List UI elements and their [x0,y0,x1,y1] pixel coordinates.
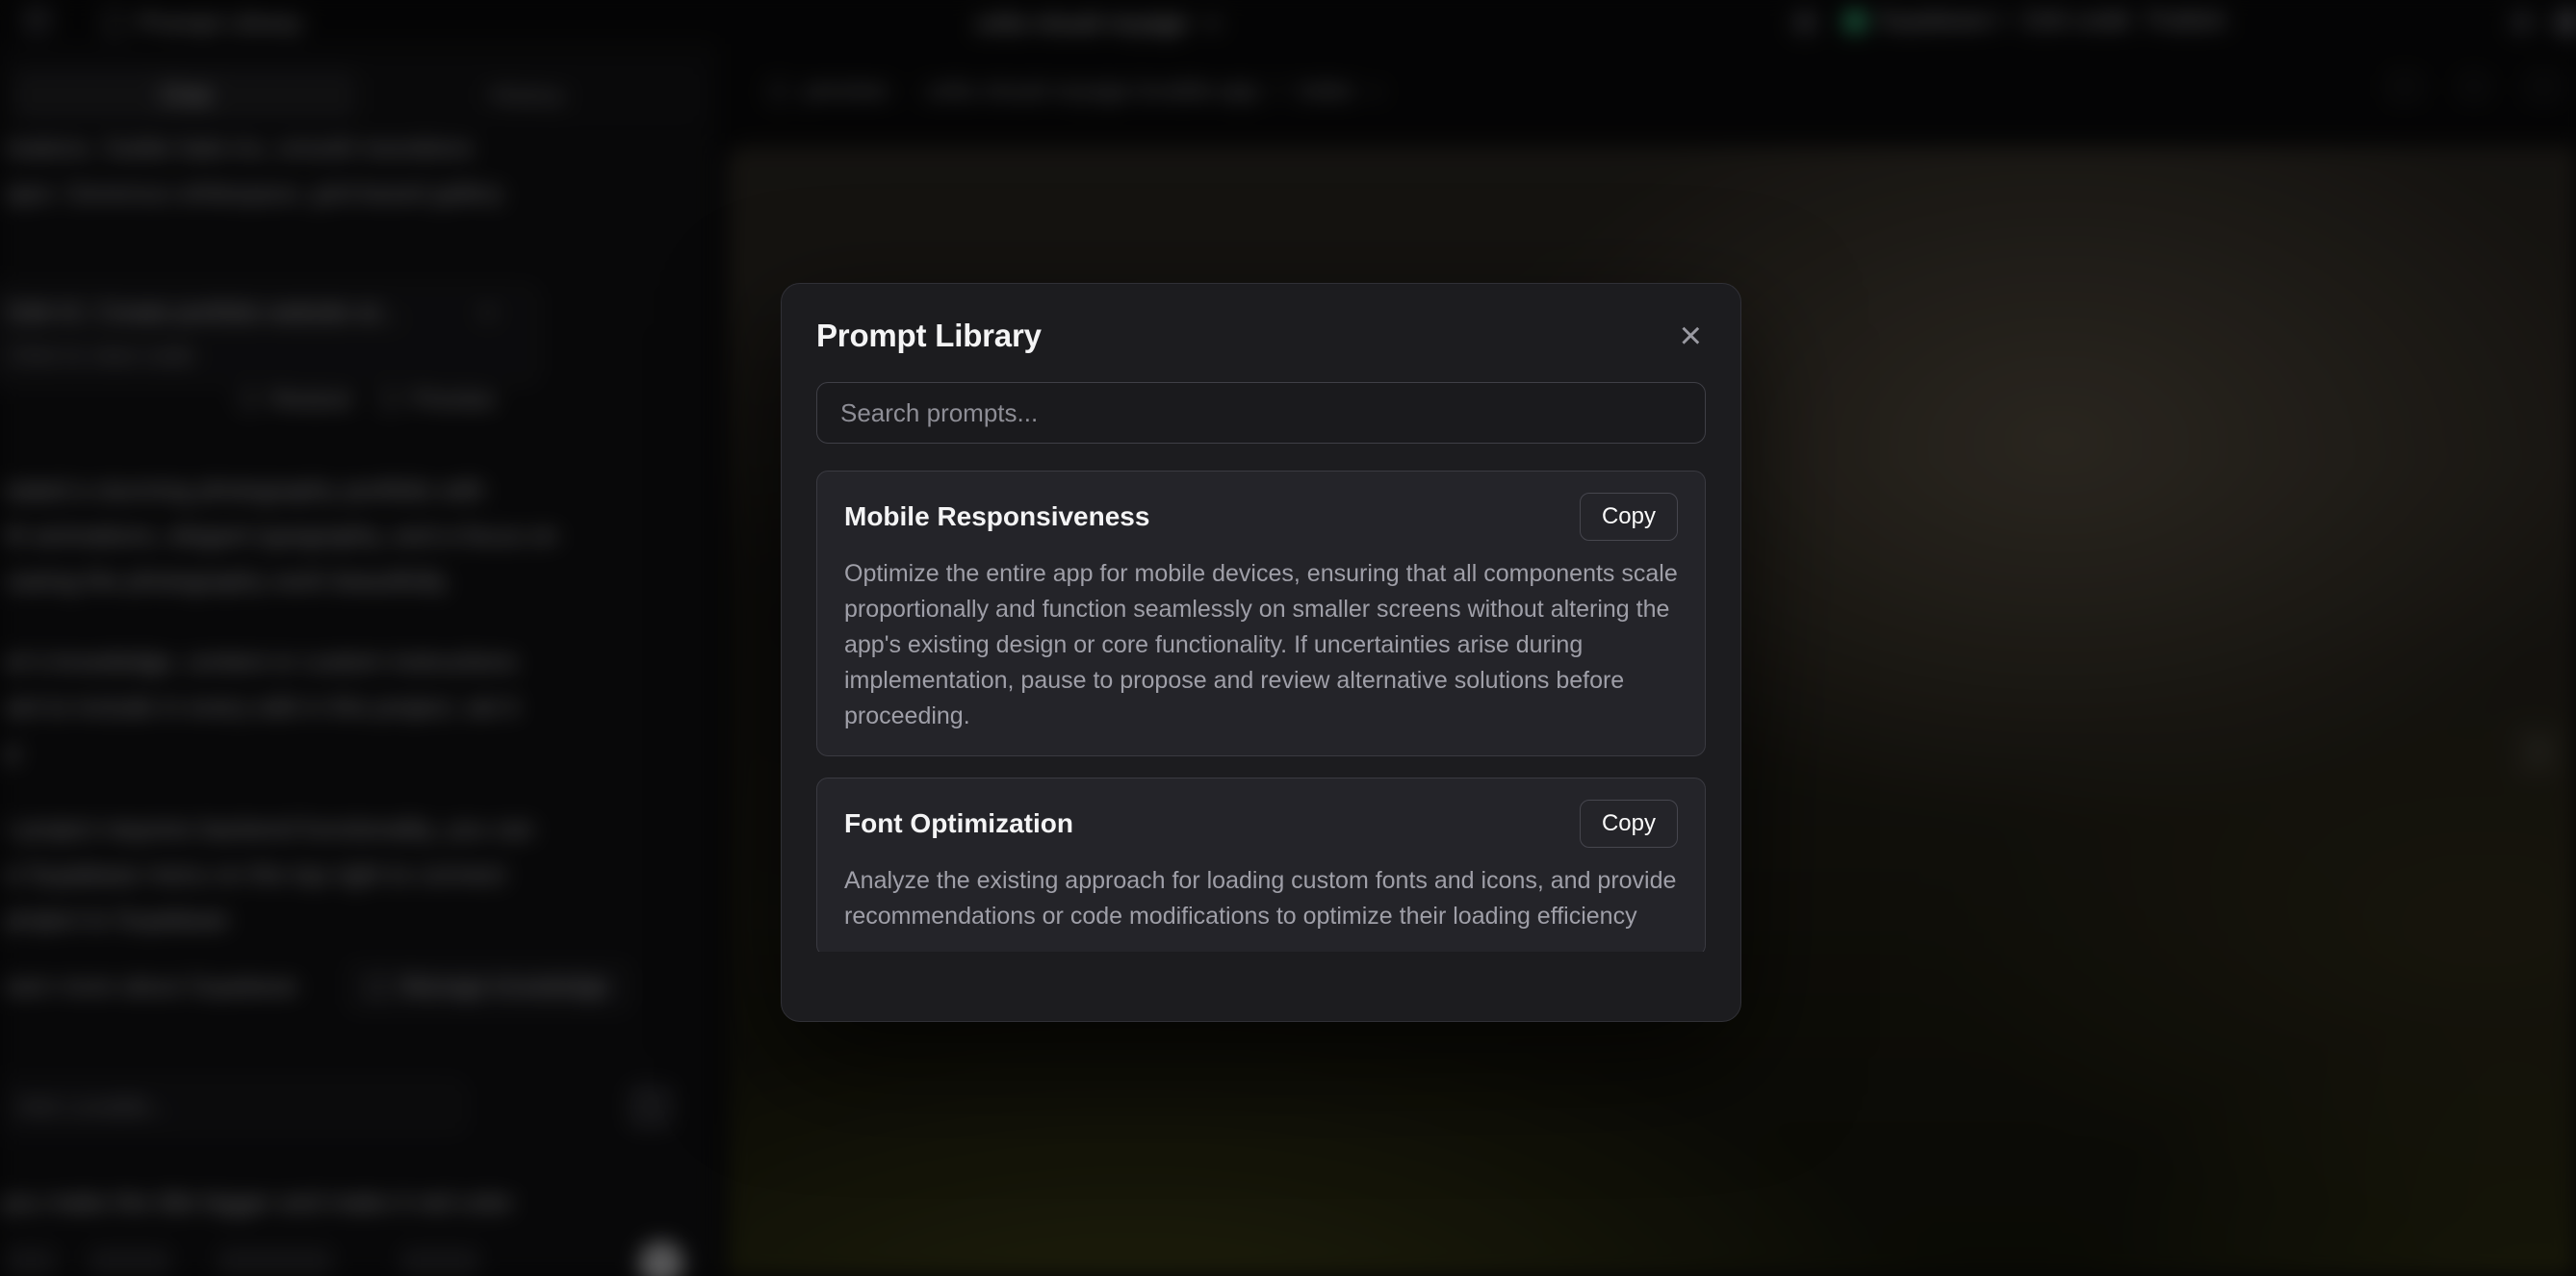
prompt-body: Analyze the existing approach for loadin… [844,863,1678,934]
copy-button[interactable]: Copy [1580,493,1678,541]
prompt-title: Font Optimization [844,808,1073,839]
prompt-library-modal: Prompt Library × Mobile Responsiveness C… [781,283,1741,1022]
prompt-card-header: Mobile Responsiveness Copy [844,493,1678,541]
prompt-card[interactable]: Mobile Responsiveness Copy Optimize the … [816,471,1706,756]
search-wrap [782,382,1740,444]
prompt-title: Mobile Responsiveness [844,501,1149,532]
modal-title: Prompt Library [816,318,1042,354]
search-input[interactable] [816,382,1706,444]
modal-header: Prompt Library × [782,284,1740,382]
prompt-card-header: Font Optimization Copy [844,800,1678,848]
prompt-card[interactable]: Font Optimization Copy Analyze the exist… [816,778,1706,952]
copy-button[interactable]: Copy [1580,800,1678,848]
app-root: Prompt Library urdu-visual-voyage Supaba… [0,0,2576,1276]
prompt-body: Optimize the entire app for mobile devic… [844,556,1678,734]
prompt-list: Mobile Responsiveness Copy Optimize the … [816,471,1706,952]
close-button[interactable]: × [1676,317,1706,355]
